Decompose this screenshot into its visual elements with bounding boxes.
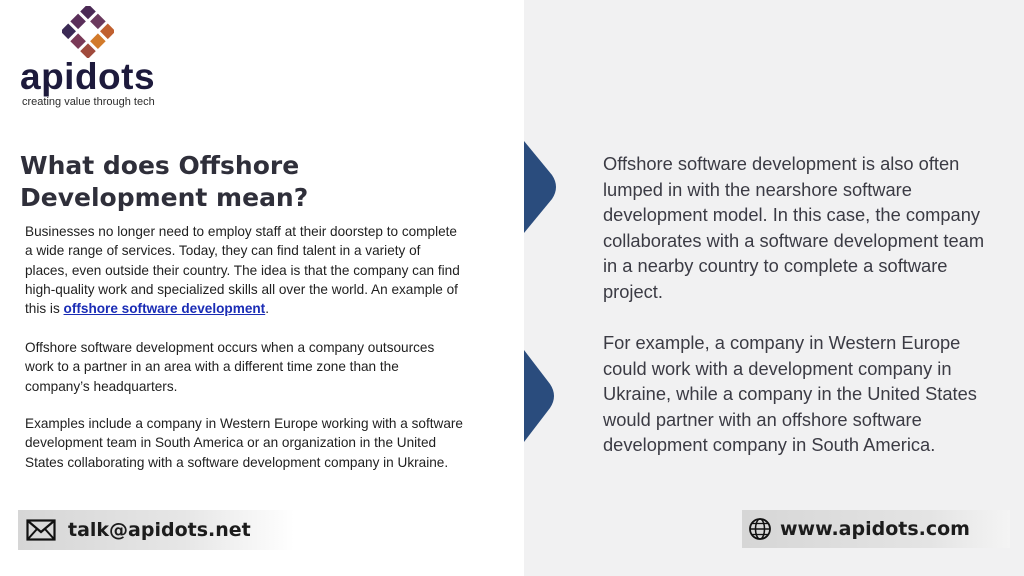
right-paragraph-example: For example, a company in Western Europe… <box>603 332 977 456</box>
left-panel: apidots creating value through tech What… <box>0 0 524 576</box>
envelope-icon <box>26 517 58 543</box>
website-url: www.apidots.com <box>780 518 970 540</box>
email-address: talk@apidots.net <box>68 519 251 541</box>
website-contact[interactable]: www.apidots.com <box>742 510 1010 548</box>
paragraph-examples: Examples include a company in Western Eu… <box>25 416 463 470</box>
brand-wordmark: apidots <box>20 56 156 97</box>
apidots-logo-icon <box>62 6 114 58</box>
globe-icon <box>748 517 772 541</box>
brand-tagline: creating value through tech <box>22 96 155 108</box>
chevron-right-icon <box>524 350 554 442</box>
page-title: What does Offshore Development mean? <box>20 151 309 212</box>
paragraph-definition: Offshore software development occurs whe… <box>25 340 435 394</box>
paragraph-intro: Businesses no longer need to employ staf… <box>25 222 465 318</box>
offshore-development-link[interactable]: offshore software development <box>64 301 266 316</box>
right-paragraph-nearshore: Offshore software development is also of… <box>603 153 985 302</box>
chevron-right-icon <box>524 141 556 233</box>
paragraph-intro-end: . <box>265 301 269 317</box>
email-contact[interactable]: talk@apidots.net <box>18 510 294 550</box>
